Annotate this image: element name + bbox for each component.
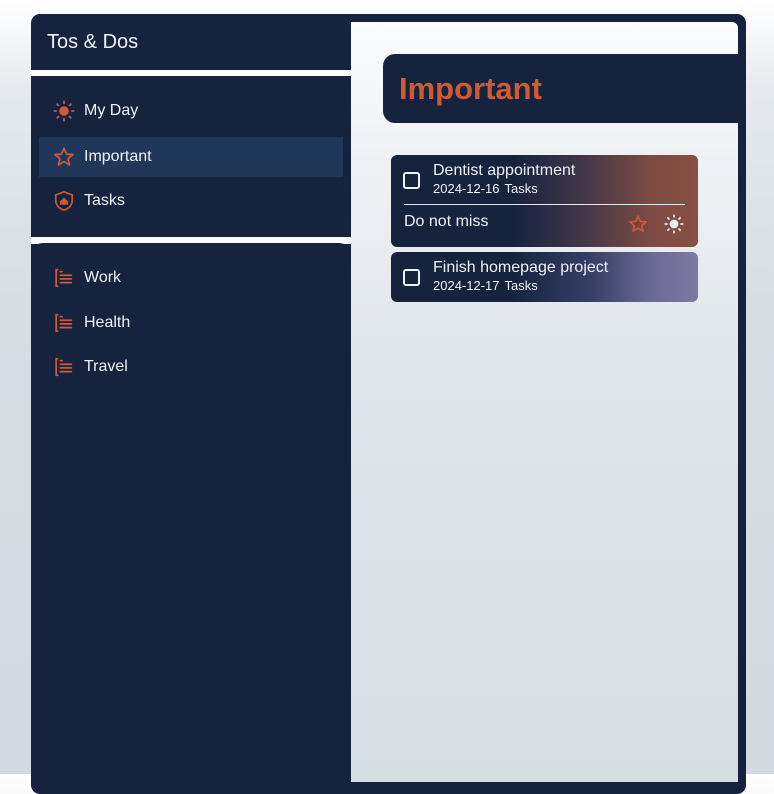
star-icon — [53, 146, 75, 168]
sidebar-list-travel[interactable]: Travel — [39, 347, 343, 387]
task-meta: 2024-12-16 Tasks — [433, 181, 543, 196]
task-card[interactable]: Dentist appointment 2024-12-16 Tasks Do n… — [391, 155, 698, 247]
sidebar-list-work[interactable]: Work — [39, 258, 343, 298]
task-name: Dentist appointment — [433, 162, 576, 179]
task-card[interactable]: Finish homepage project 2024-12-17 Tasks — [391, 252, 698, 302]
star-icon[interactable] — [628, 214, 648, 234]
sidebar-item-label: Work — [84, 269, 122, 286]
page-title: Important — [399, 71, 542, 106]
task-checkbox[interactable] — [403, 172, 420, 189]
task-name: Finish homepage project — [433, 259, 609, 276]
app-title: Tos & Dos — [47, 31, 139, 53]
sidebar-item-label: Travel — [84, 358, 128, 375]
sidebar-item-label: Important — [84, 148, 152, 165]
home-shield-icon — [53, 190, 75, 212]
main-content — [351, 22, 738, 782]
sun-icon[interactable] — [664, 214, 684, 234]
task-due-date: 2024-12-16 — [433, 181, 500, 196]
sidebar-item-label: My Day — [84, 102, 139, 119]
sidebar-item-my-day[interactable]: My Day — [39, 91, 343, 131]
sidebar-item-label: Tasks — [84, 192, 125, 209]
list-icon — [53, 312, 75, 334]
sidebar-item-label: Health — [84, 314, 131, 331]
list-icon — [53, 267, 75, 289]
sidebar-item-tasks[interactable]: Tasks — [39, 181, 343, 221]
task-checkbox[interactable] — [403, 269, 420, 286]
list-icon — [53, 356, 75, 378]
task-meta: 2024-12-17 Tasks — [433, 278, 543, 293]
sidebar-list-health[interactable]: Health — [39, 303, 343, 343]
task-note: Do not miss — [404, 213, 489, 230]
task-list-name: Tasks — [504, 181, 538, 196]
task-divider — [404, 204, 685, 205]
sidebar-item-important[interactable]: Important — [39, 137, 343, 177]
task-list-name: Tasks — [504, 278, 538, 293]
sun-icon — [53, 100, 75, 122]
task-due-date: 2024-12-17 — [433, 278, 500, 293]
